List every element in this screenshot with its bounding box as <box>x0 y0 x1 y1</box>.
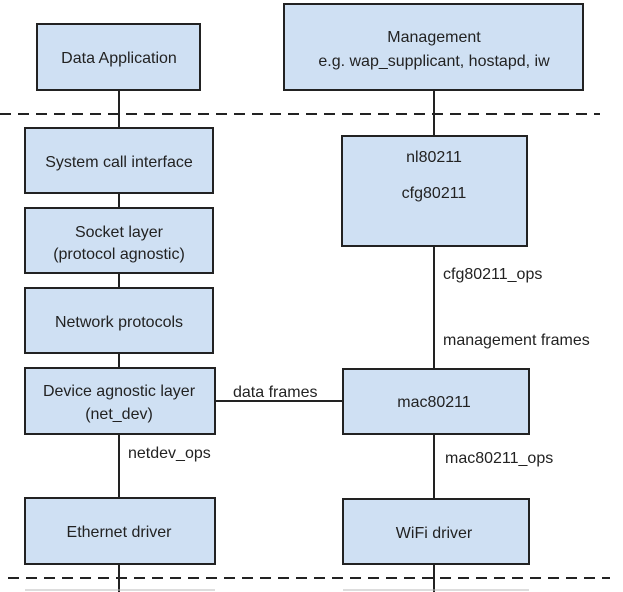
wifi-driver-label: WiFi driver <box>396 525 473 542</box>
device-agnostic-layer-box: Device agnostic layer (net_dev) <box>24 367 216 435</box>
device-agnostic-sublabel: (net_dev) <box>85 406 153 423</box>
management-sublabel: e.g. wap_supplicant, hostapd, iw <box>318 53 550 70</box>
data-application-box: Data Application <box>36 23 201 91</box>
management-frames-label: management frames <box>443 332 590 349</box>
wifi-driver-box: WiFi driver <box>342 498 530 565</box>
nl80211-label: nl80211 <box>406 149 462 166</box>
network-protocols-box: Network protocols <box>24 287 214 354</box>
management-label: Management <box>387 29 481 46</box>
mac80211-ops-label: mac80211_ops <box>445 450 553 467</box>
network-protocols-label: Network protocols <box>55 314 183 331</box>
system-call-label: System call interface <box>45 154 193 171</box>
cfg80211-label: cfg80211 <box>402 185 467 202</box>
management-box: Management e.g. wap_supplicant, hostapd,… <box>283 3 584 91</box>
wifi-stack-diagram: Data Application System call interface S… <box>0 3 610 592</box>
mac80211-box: mac80211 <box>342 368 530 435</box>
data-application-label: Data Application <box>61 50 177 67</box>
socket-layer-sublabel: (protocol agnostic) <box>53 246 185 263</box>
socket-layer-box: Socket layer (protocol agnostic) <box>24 207 214 274</box>
mac80211-label: mac80211 <box>397 394 471 411</box>
ethernet-driver-label: Ethernet driver <box>67 524 173 541</box>
ethernet-driver-box: Ethernet driver <box>24 497 216 565</box>
cfg80211-ops-label: cfg80211_ops <box>443 266 542 283</box>
device-agnostic-label: Device agnostic layer <box>43 383 196 400</box>
nl80211-cfg80211-box: nl80211 cfg80211 <box>341 135 528 247</box>
netdev-ops-label: netdev_ops <box>128 445 211 462</box>
data-frames-label: data frames <box>233 384 317 401</box>
socket-layer-label: Socket layer <box>75 224 164 241</box>
system-call-interface-box: System call interface <box>24 127 214 194</box>
